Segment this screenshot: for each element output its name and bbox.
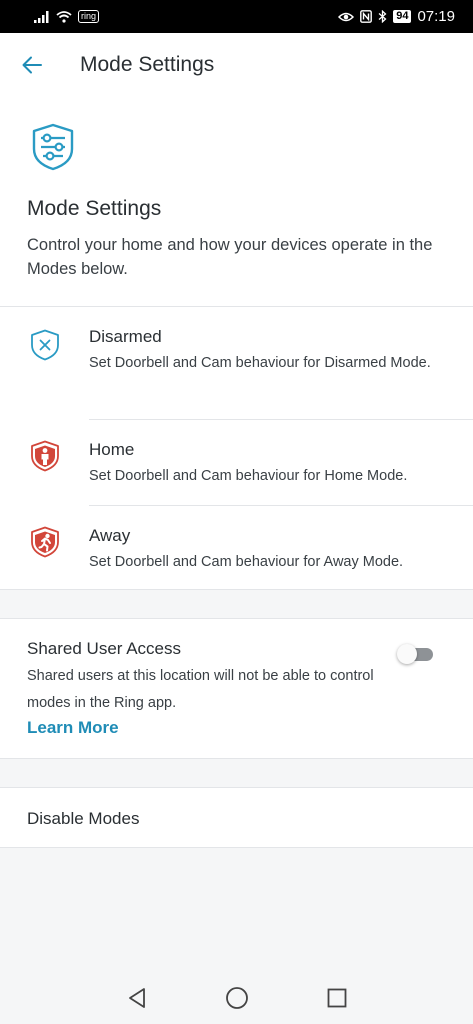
back-triangle-icon bbox=[128, 988, 145, 1008]
mode-description: Set Doorbell and Cam behaviour for Away … bbox=[89, 554, 404, 570]
nav-back-button[interactable] bbox=[123, 984, 151, 1012]
mode-disarmed[interactable]: Disarmed Set Doorbell and Cam behaviour … bbox=[0, 307, 473, 419]
mode-home[interactable]: Home Set Doorbell and Cam behaviour for … bbox=[0, 420, 473, 505]
toggle-knob bbox=[397, 644, 417, 664]
nfc-icon bbox=[360, 10, 373, 23]
home-circle-icon bbox=[225, 987, 248, 1009]
status-right: 94 07:19 bbox=[338, 8, 455, 25]
learn-more-link[interactable]: Learn More bbox=[27, 718, 119, 738]
mode-sliders-shield-icon bbox=[32, 123, 74, 171]
bluetooth-icon bbox=[378, 10, 387, 23]
status-left: ring bbox=[34, 10, 100, 23]
nav-home-button[interactable] bbox=[223, 984, 251, 1012]
back-button[interactable] bbox=[0, 33, 64, 97]
mode-description: Set Doorbell and Cam behaviour for Disar… bbox=[89, 355, 431, 371]
signal-icon bbox=[34, 10, 49, 23]
shield-x-icon bbox=[31, 329, 59, 361]
intro-title: Mode Settings bbox=[27, 197, 162, 220]
arrow-left-icon bbox=[22, 56, 42, 74]
mode-title: Away bbox=[89, 526, 131, 545]
eye-icon bbox=[338, 12, 355, 21]
shield-person-icon bbox=[31, 440, 59, 472]
recents-square-icon bbox=[327, 988, 346, 1008]
wifi-icon bbox=[56, 10, 72, 23]
ring-badge: ring bbox=[78, 10, 100, 23]
shared-user-access-section: Shared User Access Shared users at this … bbox=[0, 618, 473, 759]
mode-title: Disarmed bbox=[89, 327, 162, 346]
clock: 07:19 bbox=[417, 8, 455, 25]
mode-description: Set Doorbell and Cam behaviour for Home … bbox=[89, 468, 408, 484]
battery-level: 94 bbox=[393, 10, 412, 23]
intro-description: Control your home and how your devices o… bbox=[27, 236, 433, 278]
intro-section: Mode Settings Control your home and how … bbox=[0, 97, 473, 306]
nav-recents-button[interactable] bbox=[323, 984, 351, 1012]
shield-running-icon bbox=[31, 526, 59, 558]
mode-away[interactable]: Away Set Doorbell and Cam behaviour for … bbox=[0, 506, 473, 591]
status-bar: ring 94 07:19 bbox=[0, 0, 473, 33]
disable-modes-label: Disable Modes bbox=[27, 809, 140, 828]
page-title: Mode Settings bbox=[80, 53, 215, 76]
shared-access-title: Shared User Access bbox=[27, 639, 182, 658]
shared-access-toggle[interactable] bbox=[397, 643, 435, 665]
mode-title: Home bbox=[89, 440, 135, 459]
app-header: Mode Settings bbox=[0, 33, 473, 97]
system-nav-bar bbox=[0, 972, 473, 1024]
shared-access-description: Shared users at this location will not b… bbox=[27, 668, 374, 711]
disable-modes-row[interactable]: Disable Modes bbox=[0, 787, 473, 848]
modes-list: Disarmed Set Doorbell and Cam behaviour … bbox=[0, 306, 473, 590]
